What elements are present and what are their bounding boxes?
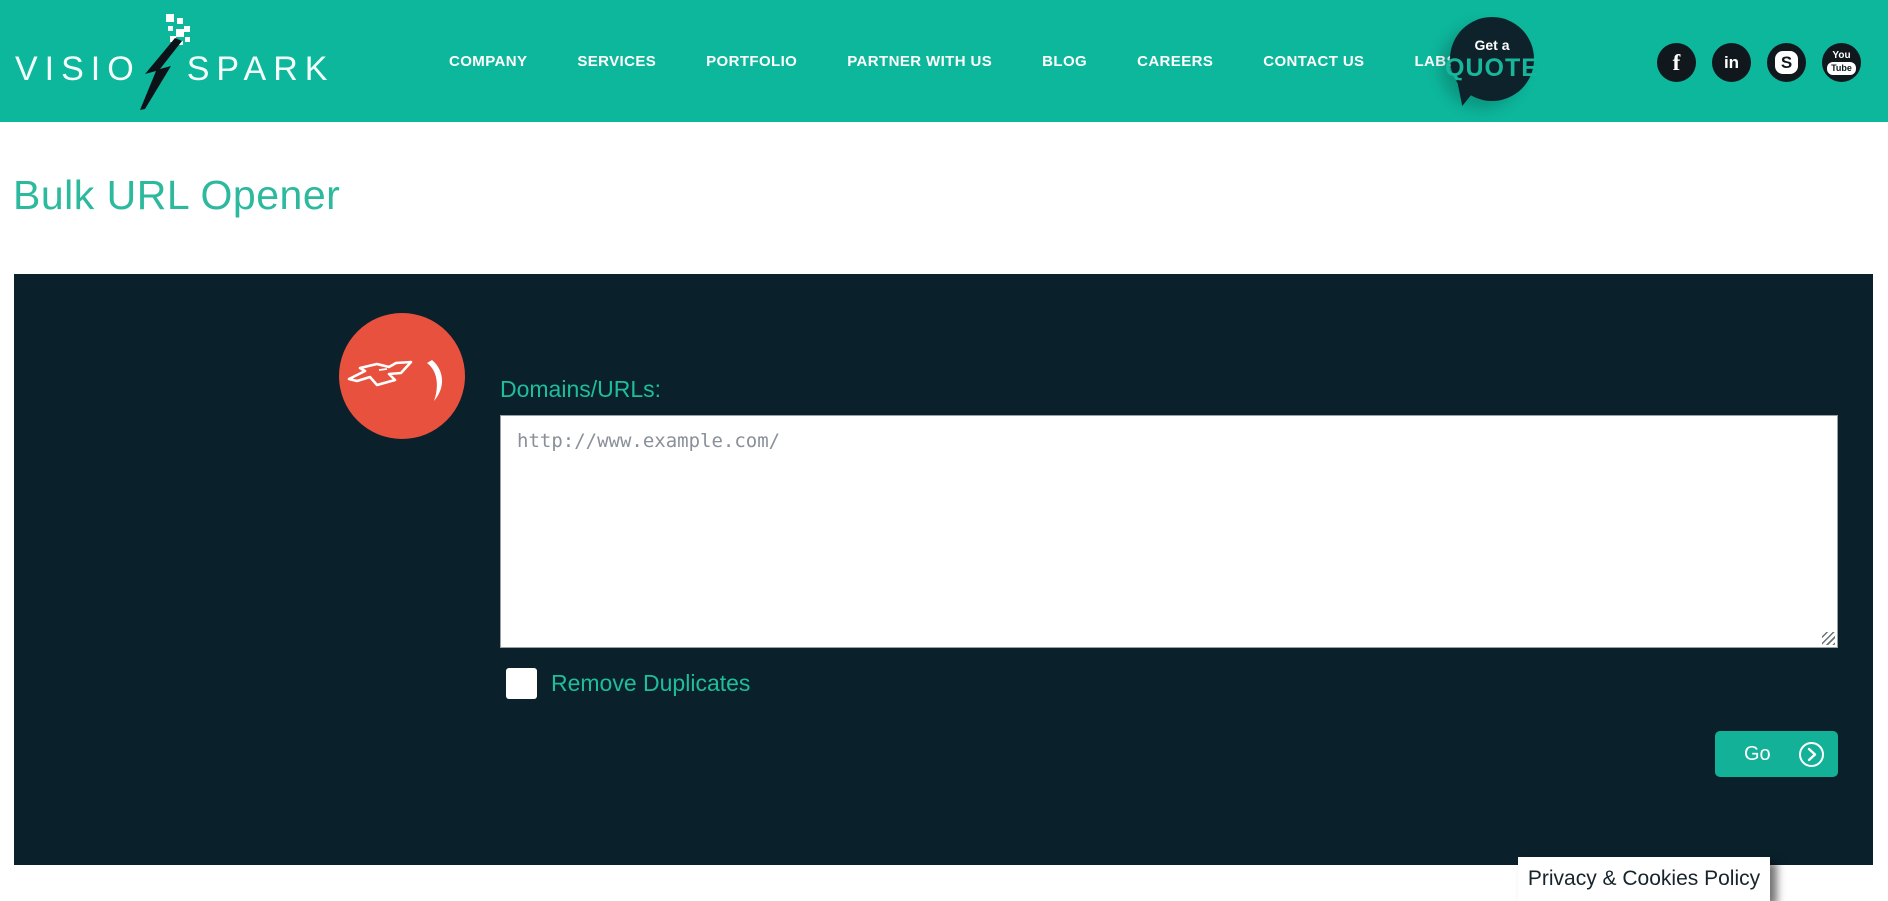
remove-duplicates-label[interactable]: Remove Duplicates: [551, 670, 750, 697]
youtube-icon[interactable]: You Tube: [1822, 43, 1861, 82]
quote-line1: Get a: [1474, 38, 1509, 52]
logo[interactable]: VISIO SPARK: [15, 52, 334, 112]
site-header: VISIO SPARK COMPANY SERVICES PORTFOLIO P…: [0, 0, 1888, 122]
nav-partner-with-us[interactable]: PARTNER WITH US: [847, 53, 992, 70]
nav-company[interactable]: COMPANY: [449, 53, 527, 70]
remove-duplicates-row: Remove Duplicates: [506, 668, 750, 699]
skype-glyph: S: [1775, 51, 1798, 74]
nav-services[interactable]: SERVICES: [577, 53, 656, 70]
skype-icon[interactable]: S: [1767, 43, 1806, 82]
arrow-circle-icon: [1798, 741, 1825, 768]
logo-text-visio: VISIO: [15, 52, 141, 86]
remove-duplicates-checkbox[interactable]: [506, 668, 537, 699]
main-navigation: COMPANY SERVICES PORTFOLIO PARTNER WITH …: [449, 0, 1457, 122]
rocket-bird-icon: [339, 313, 465, 439]
linkedin-icon[interactable]: in: [1712, 43, 1751, 82]
social-links: f in S You Tube: [1657, 43, 1861, 82]
nav-careers[interactable]: CAREERS: [1137, 53, 1213, 70]
page-title: Bulk URL Opener: [13, 172, 340, 219]
go-button-label: Go: [1744, 743, 1771, 766]
privacy-cookies-policy-button[interactable]: Privacy & Cookies Policy: [1518, 857, 1770, 901]
domains-urls-label: Domains/URLs:: [500, 376, 661, 404]
facebook-glyph: f: [1673, 51, 1681, 74]
nav-blog[interactable]: BLOG: [1042, 53, 1087, 70]
go-button[interactable]: Go: [1715, 731, 1838, 777]
facebook-icon[interactable]: f: [1657, 43, 1696, 82]
linkedin-glyph: in: [1724, 54, 1739, 71]
lightning-bolt-icon: [137, 14, 191, 112]
urls-textarea[interactable]: [500, 415, 1838, 648]
quote-line2: QUOTE: [1445, 56, 1539, 81]
logo-text-spark: SPARK: [187, 52, 335, 86]
nav-portfolio[interactable]: PORTFOLIO: [706, 53, 797, 70]
get-a-quote-button[interactable]: Get a QUOTE: [1450, 17, 1534, 101]
nav-contact-us[interactable]: CONTACT US: [1263, 53, 1364, 70]
youtube-glyph-bottom: Tube: [1827, 62, 1856, 75]
bulk-url-opener-panel: Domains/URLs: Remove Duplicates Go: [14, 274, 1873, 865]
youtube-glyph-top: You: [1832, 51, 1850, 61]
